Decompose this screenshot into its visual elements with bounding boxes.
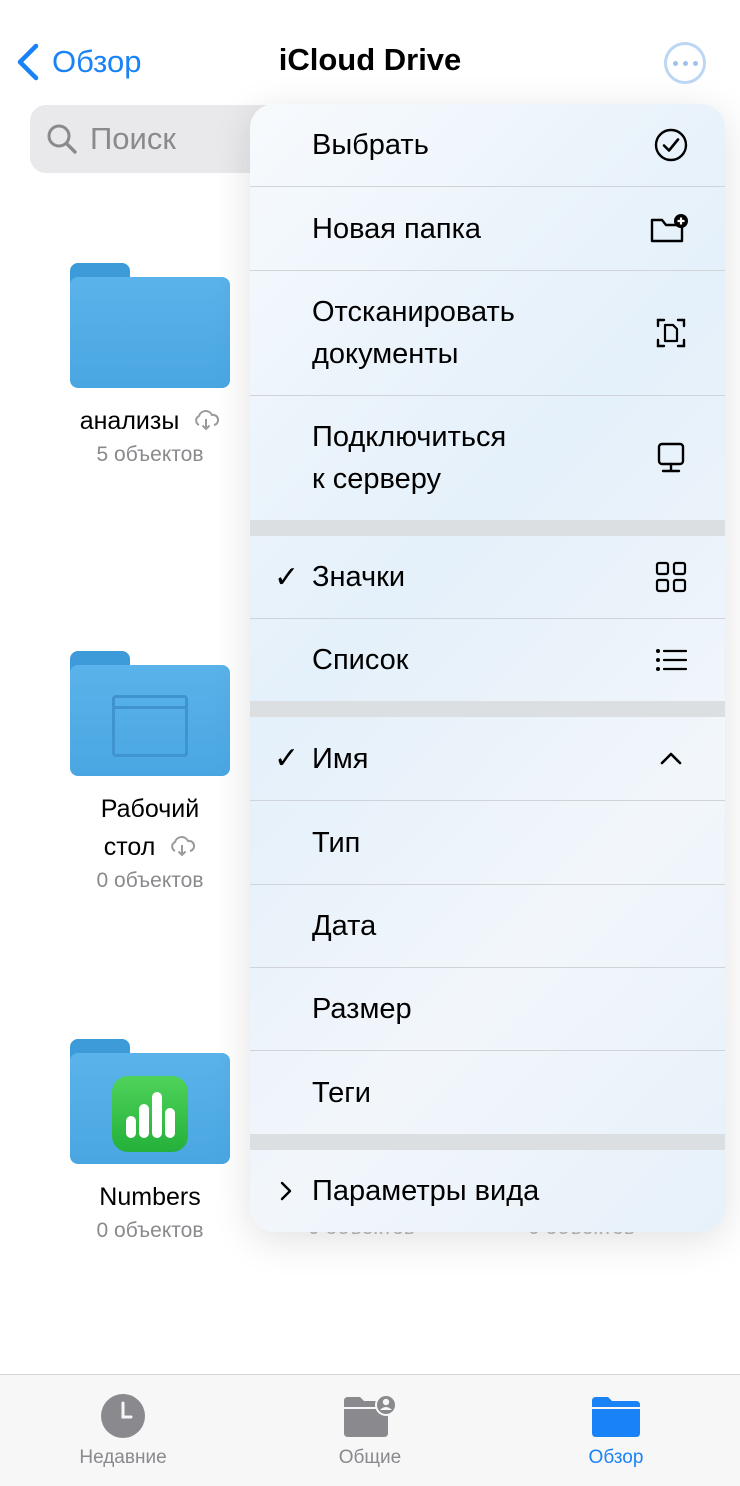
folder-item-count: 0 объектов [96,869,204,892]
menu-item-sort-name[interactable]: ✓ Имя [250,717,725,800]
menu-item-select[interactable]: Выбрать [250,104,725,186]
search-placeholder: Поиск [90,121,176,156]
menu-item-sort-date[interactable]: Дата [250,885,725,967]
label-line1: Отсканировать [312,296,515,328]
menu-item-sort-size[interactable]: Размер [250,968,725,1050]
cloud-download-icon [171,836,196,857]
folder-name-line2: стол [103,833,156,861]
menu-item-sort-tags[interactable]: Теги [250,1051,725,1134]
more-options-button[interactable] [664,42,706,84]
tab-recent[interactable]: Недавние [23,1393,223,1469]
menu-item-label: Выбрать [312,129,429,161]
label-line1: Подключиться [312,421,507,453]
tab-bar: Недавние Общие Обзор [0,1374,740,1486]
menu-item-connect-server[interactable]: Подключиться к серверу [250,396,725,520]
folder-desktop[interactable]: Рабочий стол 0 объектов [40,651,260,896]
folder-item-count: 0 объектов [96,1219,204,1242]
grid-icon [655,561,687,593]
folder-numbers[interactable]: Numbers 0 объектов [40,1039,260,1246]
folder-item-count: 5 объектов [96,443,204,466]
menu-item-label: Теги [312,1076,371,1109]
folder-name: анализы [79,407,180,435]
folder-name: Numbers [99,1183,201,1211]
folder-icon [70,651,230,776]
page-title: iCloud Drive [278,42,462,77]
menu-item-label: Новая папка [312,212,482,245]
menu-item-label: Параметры вида [312,1175,540,1207]
chevron-right-icon [280,1181,292,1201]
folder-icon [70,1039,230,1164]
menu-item-view-options[interactable]: Параметры вида [250,1150,725,1232]
menu-item-label: Имя [312,742,369,775]
list-icon [656,649,688,671]
menu-item-new-folder[interactable]: Новая папка [250,187,725,270]
files-screen: Обзор iCloud Drive Поиск анализы 5 объек… [0,0,740,1486]
checkmark-circle-icon [654,128,688,162]
ellipsis-dot [692,60,698,66]
menu-item-label: Подключиться к серверу [312,416,506,500]
options-menu: Выбрать Новая папка Отсканировать докуме… [250,104,725,1232]
server-display-icon [657,442,685,473]
cloud-download-icon [195,410,220,431]
folder-icon [70,263,230,388]
menu-item-view-icons[interactable]: ✓ Значки [250,536,725,618]
folder-icon [591,1393,641,1439]
folder-name-line1: Рабочий [100,795,200,823]
menu-item-label: Список [312,644,409,676]
tab-browse[interactable]: Обзор [516,1393,716,1469]
menu-item-label: Значки [312,561,406,593]
numbers-app-icon [112,1076,188,1152]
search-icon [47,124,77,154]
document-scanner-icon [656,318,686,348]
ellipsis-dot [682,60,688,66]
menu-item-label: Отсканировать документы [312,291,515,375]
desktop-window-icon [112,695,188,757]
label-line2: документы [312,338,459,370]
shared-folder-icon [344,1393,397,1439]
chevron-up-icon [660,752,682,764]
menu-item-scan-documents[interactable]: Отсканировать документы [250,271,725,395]
clock-icon [98,1393,148,1439]
menu-item-label: Дата [312,910,377,942]
menu-item-sort-type[interactable]: Тип [250,801,725,884]
tab-label: Обзор [588,1447,644,1468]
label-line2: к серверу [312,463,442,495]
folder-add-icon [650,213,688,242]
tab-label: Общие [338,1447,402,1468]
tab-shared[interactable]: Общие [270,1393,470,1469]
navigation-bar: Обзор iCloud Drive [0,0,740,110]
checkmark-icon: ✓ [274,560,300,594]
menu-item-label: Размер [312,993,412,1025]
menu-item-view-list[interactable]: Список [250,619,725,701]
checkmark-icon: ✓ [274,742,300,775]
menu-item-label: Тип [312,826,361,859]
ellipsis-icon [672,60,678,66]
folder-analyses[interactable]: анализы 5 объектов [40,263,260,470]
tab-label: Недавние [79,1447,167,1468]
